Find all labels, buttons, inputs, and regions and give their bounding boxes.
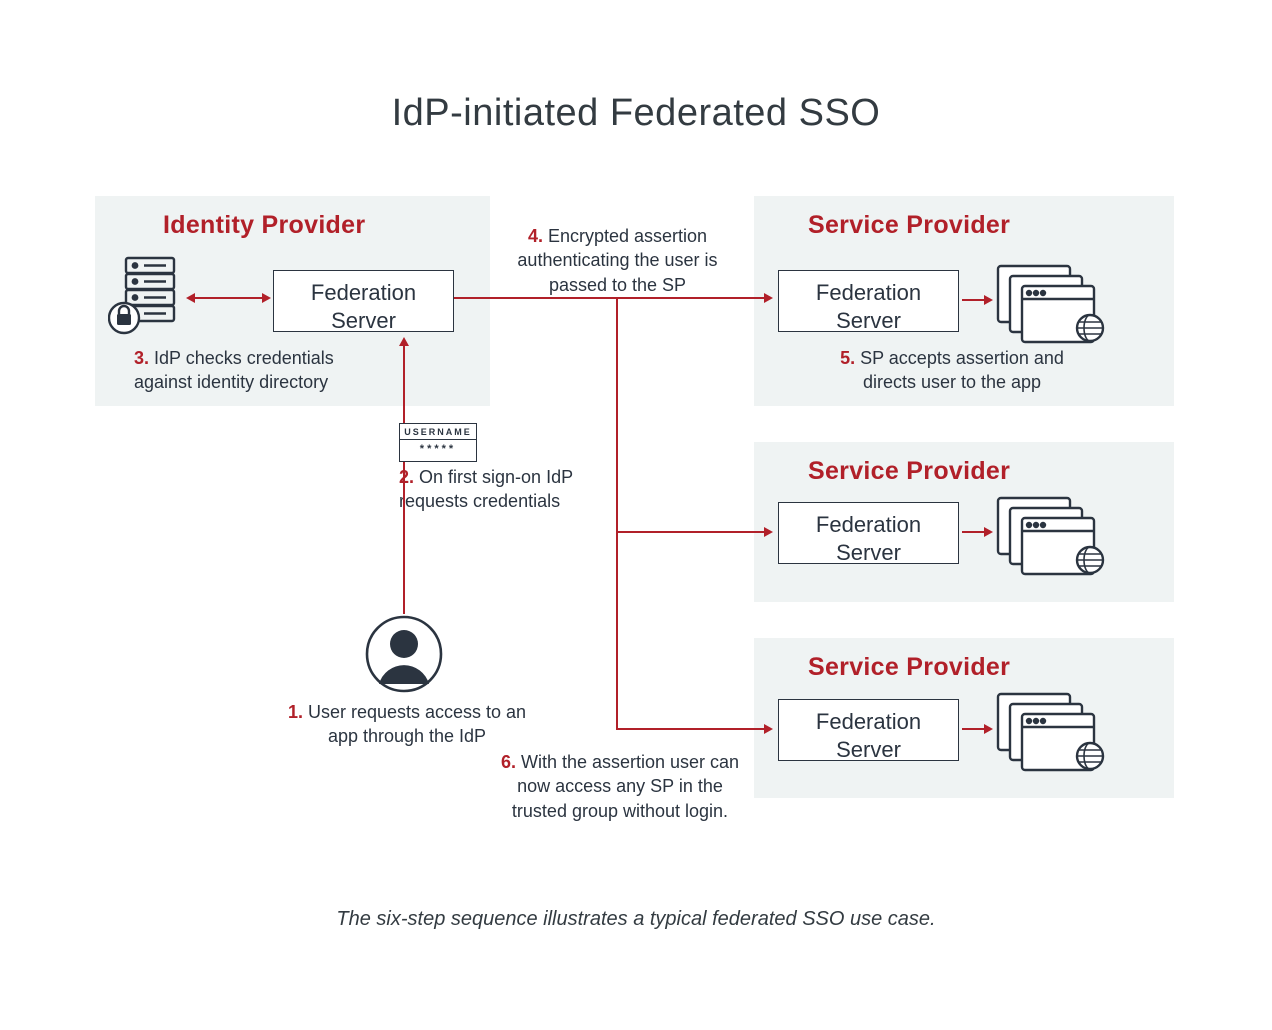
arrow-idp-dir-fed bbox=[195, 297, 265, 299]
fed-server-label: FederationServer bbox=[816, 709, 921, 762]
arrowhead bbox=[399, 337, 409, 346]
sp-heading-3: Service Provider bbox=[808, 653, 1010, 682]
arrowhead bbox=[764, 293, 773, 303]
arrow-sp3-apps bbox=[962, 728, 986, 730]
step-6: 6. With the assertion user can now acces… bbox=[490, 750, 750, 823]
arrowhead bbox=[262, 293, 271, 303]
fed-server-label: FederationServer bbox=[816, 512, 921, 565]
directory-server-icon bbox=[108, 256, 182, 338]
user-icon bbox=[364, 614, 444, 694]
arrow-sp1-apps bbox=[962, 299, 986, 301]
sp-heading-2: Service Provider bbox=[808, 457, 1010, 486]
arrowhead bbox=[984, 724, 993, 734]
app-stack-icon-1 bbox=[994, 262, 1114, 346]
fed-server-label: FederationServer bbox=[816, 280, 921, 333]
arrow-user-idp-upper bbox=[403, 345, 405, 423]
fed-server-label: FederationServer bbox=[311, 280, 416, 333]
step-4: 4. Encrypted assertion authenticating th… bbox=[505, 224, 730, 297]
idp-federation-server: FederationServer bbox=[273, 270, 454, 332]
figure-caption: The six-step sequence illustrates a typi… bbox=[0, 908, 1272, 931]
idp-heading: Identity Provider bbox=[163, 211, 365, 240]
arrowhead bbox=[984, 295, 993, 305]
arrowhead bbox=[764, 527, 773, 537]
sp1-federation-server: FederationServer bbox=[778, 270, 959, 332]
arrowhead bbox=[186, 293, 195, 303]
app-stack-icon-2 bbox=[994, 494, 1114, 578]
arrow-branch-sp3 bbox=[616, 728, 766, 730]
arrow-trunk-vertical bbox=[616, 297, 618, 730]
arrow-idp-sp1 bbox=[454, 297, 766, 299]
step-3: 3. IdP checks credentials against identi… bbox=[134, 346, 394, 395]
sp2-federation-server: FederationServer bbox=[778, 502, 959, 564]
arrowhead bbox=[764, 724, 773, 734]
page-title: IdP-initiated Federated SSO bbox=[0, 92, 1272, 135]
step-2: 2. On first sign-on IdP requests credent… bbox=[399, 465, 589, 514]
sp-heading-1: Service Provider bbox=[808, 211, 1010, 240]
username-label: USERNAME bbox=[400, 424, 476, 437]
step-1: 1. User requests access to an app throug… bbox=[287, 700, 527, 749]
credentials-icon: USERNAME ***** bbox=[399, 423, 477, 462]
arrow-user-idp-lower bbox=[403, 462, 405, 614]
arrow-branch-sp2 bbox=[616, 531, 766, 533]
arrow-sp2-apps bbox=[962, 531, 986, 533]
password-mask: ***** bbox=[400, 439, 476, 455]
step-5: 5. SP accepts assertion and directs user… bbox=[822, 346, 1082, 395]
sp3-federation-server: FederationServer bbox=[778, 699, 959, 761]
arrowhead bbox=[984, 527, 993, 537]
app-stack-icon-3 bbox=[994, 690, 1114, 774]
diagram-root: IdP-initiated Federated SSO Identity Pro… bbox=[0, 0, 1272, 1030]
